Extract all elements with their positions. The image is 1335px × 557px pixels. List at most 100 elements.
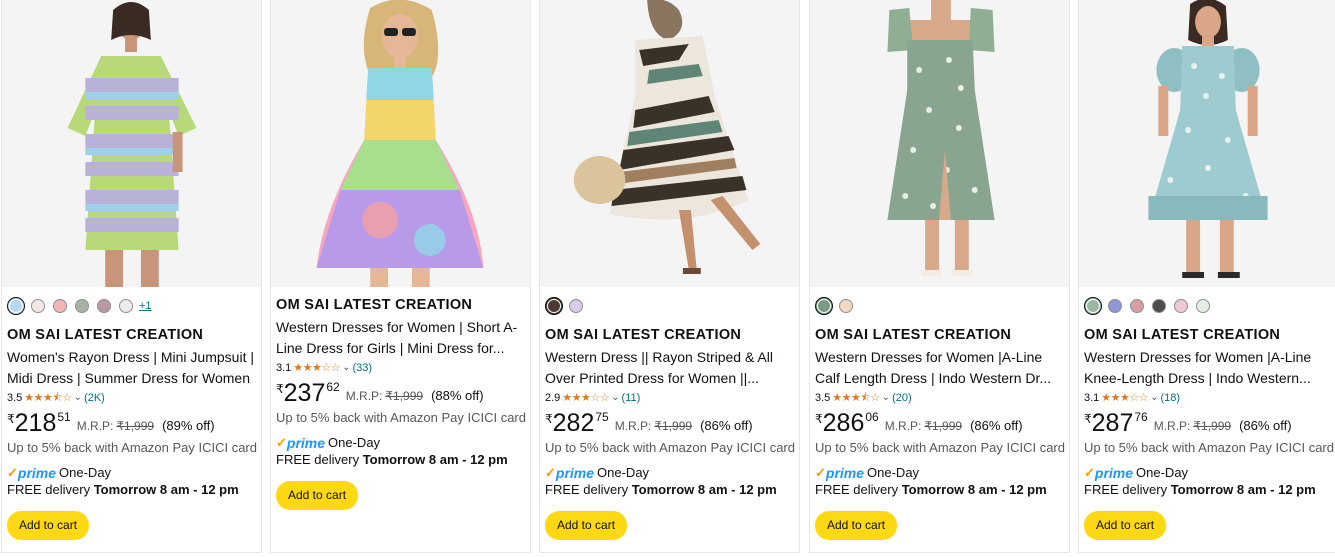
add-to-cart-button[interactable]: Add to cart bbox=[1084, 511, 1167, 540]
product-image[interactable] bbox=[271, 0, 530, 287]
rating-row[interactable]: 3.1 ★★★☆☆ ⌄ (33) bbox=[276, 361, 524, 375]
color-swatch[interactable] bbox=[1152, 299, 1166, 313]
color-swatch[interactable] bbox=[1196, 299, 1210, 313]
price-fraction: 06 bbox=[865, 410, 879, 424]
rating-value: 3.1 bbox=[276, 362, 292, 374]
color-swatch[interactable] bbox=[815, 297, 833, 315]
chevron-down-icon[interactable]: ⌄ bbox=[611, 391, 619, 405]
color-swatch[interactable] bbox=[1084, 297, 1102, 315]
color-swatch[interactable] bbox=[75, 299, 89, 313]
product-image[interactable] bbox=[540, 0, 799, 287]
dress-photo-icon bbox=[540, 0, 799, 287]
chevron-down-icon[interactable]: ⌄ bbox=[74, 391, 82, 405]
rating-count-link[interactable]: (20) bbox=[892, 391, 912, 405]
mrp-label: M.R.P: bbox=[345, 389, 383, 403]
color-swatch[interactable] bbox=[1108, 299, 1122, 313]
prime-speed: One-Day bbox=[1136, 465, 1189, 480]
product-title-link[interactable]: Western Dresses for Women |A-Line Knee-L… bbox=[1084, 347, 1332, 389]
product-title-link[interactable]: Western Dresses for Women |A-Line Calf L… bbox=[815, 347, 1063, 389]
add-to-cart-button[interactable]: Add to cart bbox=[276, 481, 359, 510]
mrp: M.R.P: ₹1,999 bbox=[77, 419, 154, 433]
add-to-cart-button[interactable]: Add to cart bbox=[545, 511, 628, 540]
color-swatch[interactable] bbox=[119, 299, 133, 313]
rating-count-link[interactable]: (18) bbox=[1161, 391, 1181, 405]
prime-badge: ✓ prime One-Day bbox=[545, 465, 793, 481]
color-swatch[interactable] bbox=[97, 299, 111, 313]
mrp-value: ₹1,999 bbox=[1193, 419, 1232, 433]
star-rating-icon: ★★★⯪☆ bbox=[24, 392, 72, 404]
product-title-link[interactable]: Western Dresses for Women | Short A-Line… bbox=[276, 317, 524, 359]
product-image[interactable] bbox=[1079, 0, 1335, 287]
product-image[interactable] bbox=[2, 0, 261, 287]
prime-logo: prime bbox=[825, 465, 865, 481]
rating-count-link[interactable]: (11) bbox=[622, 391, 641, 405]
brand-name: OM SAI LATEST CREATION bbox=[7, 327, 204, 343]
product-title-link[interactable]: Women's Rayon Dress | Mini Jumpsuit | Mi… bbox=[7, 347, 255, 389]
price-row: ₹ 218 51 M.R.P: ₹1,999 (89% off) bbox=[7, 409, 255, 437]
prime-badge: ✓ prime One-Day bbox=[276, 435, 524, 451]
chevron-down-icon[interactable]: ⌄ bbox=[882, 391, 890, 405]
cashback-offer: Up to 5% back with Amazon Pay ICICI card bbox=[1084, 440, 1334, 455]
star-rating-icon: ★★★☆☆ bbox=[293, 362, 341, 374]
rating-row[interactable]: 3.5 ★★★⯪☆ ⌄ (20) bbox=[815, 391, 1063, 405]
price-row: ₹ 282 75 M.R.P: ₹1,999 (86% off) bbox=[545, 409, 793, 437]
rating-count-link[interactable]: (33) bbox=[353, 361, 373, 375]
mrp-value: ₹1,999 bbox=[385, 389, 424, 403]
color-swatch[interactable] bbox=[1174, 299, 1188, 313]
rating-row[interactable]: 3.5 ★★★⯪☆ ⌄ (2K) bbox=[7, 391, 255, 405]
prime-check-icon: ✓ bbox=[1084, 465, 1095, 480]
delivery-info: FREE delivery Tomorrow 8 am - 12 pm bbox=[545, 481, 793, 499]
delivery-prefix: FREE delivery bbox=[7, 482, 91, 497]
prime-check-icon: ✓ bbox=[545, 465, 556, 480]
prime-badge: ✓ prime One-Day bbox=[815, 465, 1063, 481]
delivery-prefix: FREE delivery bbox=[815, 482, 899, 497]
mrp-value: ₹1,999 bbox=[116, 419, 155, 433]
mrp-label: M.R.P: bbox=[1153, 419, 1191, 433]
price-whole: 286 bbox=[822, 409, 865, 437]
mrp-label: M.R.P: bbox=[884, 419, 922, 433]
price-row: ₹ 287 76 M.R.P: ₹1,999 (86% off) bbox=[1084, 409, 1332, 437]
chevron-down-icon[interactable]: ⌄ bbox=[1150, 391, 1158, 405]
add-to-cart-button[interactable]: Add to cart bbox=[815, 511, 898, 540]
product-card: OM SAI LATEST CREATION Western Dresses f… bbox=[1078, 0, 1335, 553]
color-swatch[interactable] bbox=[53, 299, 67, 313]
color-swatch[interactable] bbox=[545, 297, 563, 315]
discount-percent: (86% off) bbox=[970, 418, 1023, 433]
color-swatches: +1 bbox=[7, 297, 152, 315]
rating-count-link[interactable]: (2K) bbox=[84, 391, 105, 405]
cashback-offer: Up to 5% back with Amazon Pay ICICI card bbox=[7, 440, 257, 455]
rating-row[interactable]: 2.9 ★★★☆☆ ⌄ (11) bbox=[545, 391, 793, 405]
add-to-cart-button[interactable]: Add to cart bbox=[7, 511, 90, 540]
cashback-offer: Up to 5% back with Amazon Pay ICICI card bbox=[815, 440, 1065, 455]
more-colors-link[interactable]: +1 bbox=[139, 300, 152, 312]
discount-percent: (88% off) bbox=[431, 388, 484, 403]
delivery-prefix: FREE delivery bbox=[545, 482, 629, 497]
currency-symbol: ₹ bbox=[545, 412, 553, 426]
color-swatch[interactable] bbox=[569, 299, 583, 313]
currency-symbol: ₹ bbox=[276, 382, 284, 396]
brand-name: OM SAI LATEST CREATION bbox=[1084, 327, 1281, 343]
discount-percent: (89% off) bbox=[162, 418, 215, 433]
discount-percent: (86% off) bbox=[1239, 418, 1292, 433]
rating-row[interactable]: 3.1 ★★★☆☆ ⌄ (18) bbox=[1084, 391, 1332, 405]
delivery-info: FREE delivery Tomorrow 8 am - 12 pm bbox=[276, 451, 524, 469]
prime-check-icon: ✓ bbox=[276, 435, 287, 450]
delivery-time: Tomorrow 8 am - 12 pm bbox=[901, 482, 1047, 497]
product-details: OM SAI LATEST CREATION Western Dress || … bbox=[545, 326, 795, 540]
price-whole: 237 bbox=[283, 379, 326, 407]
chevron-down-icon[interactable]: ⌄ bbox=[342, 361, 350, 375]
color-swatch[interactable] bbox=[7, 297, 25, 315]
star-rating-icon: ★★★☆☆ bbox=[562, 392, 610, 404]
product-title-link[interactable]: Western Dress || Rayon Striped & All Ove… bbox=[545, 347, 793, 389]
color-swatch[interactable] bbox=[31, 299, 45, 313]
color-swatch[interactable] bbox=[839, 299, 853, 313]
dress-photo-icon bbox=[810, 0, 1069, 287]
prime-badge: ✓ prime One-Day bbox=[1084, 465, 1332, 481]
prime-speed: One-Day bbox=[597, 465, 650, 480]
prime-speed: One-Day bbox=[867, 465, 920, 480]
prime-check-icon: ✓ bbox=[815, 465, 826, 480]
color-swatch[interactable] bbox=[1130, 299, 1144, 313]
product-image[interactable] bbox=[810, 0, 1069, 287]
mrp: M.R.P: ₹1,999 bbox=[885, 419, 962, 433]
delivery-prefix: FREE delivery bbox=[1084, 482, 1168, 497]
